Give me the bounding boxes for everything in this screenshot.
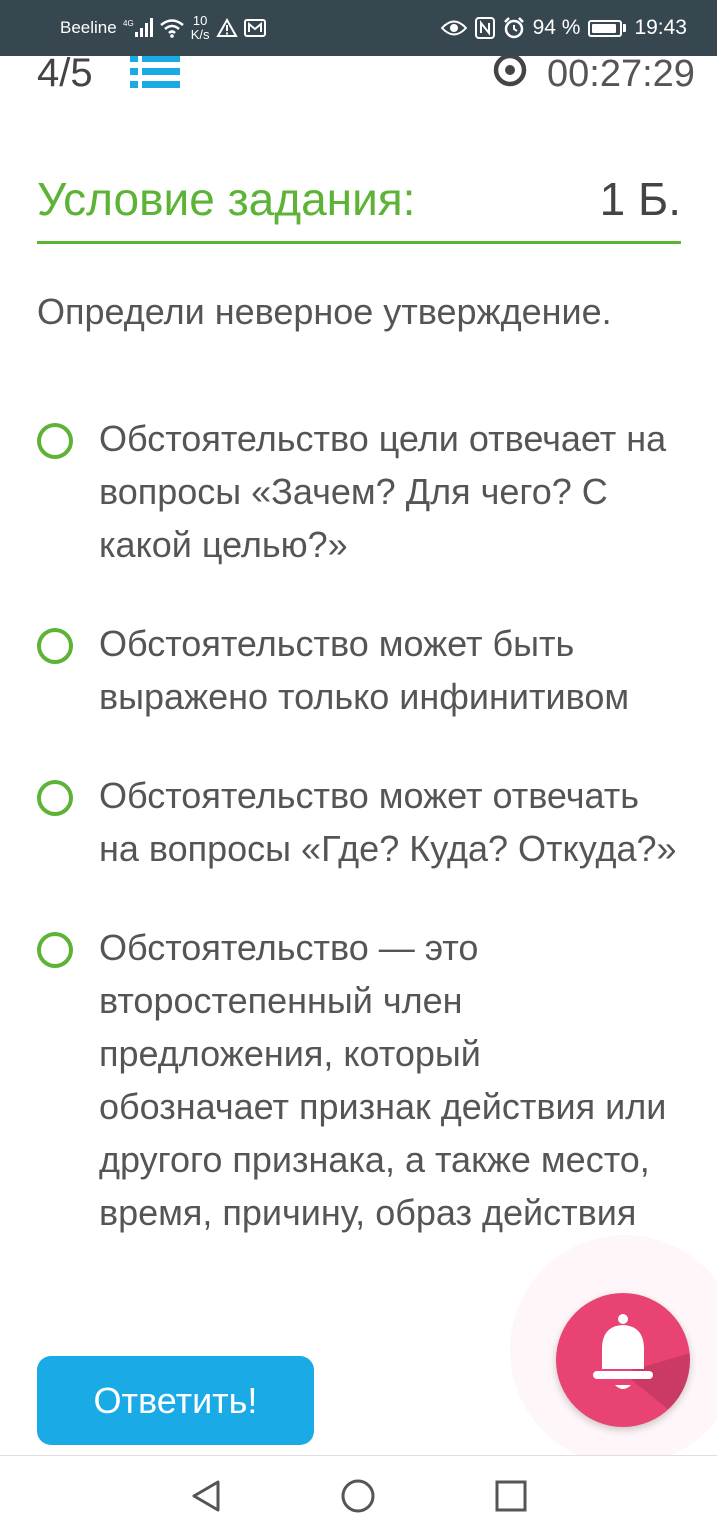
question-list-icon[interactable] [130, 56, 182, 97]
answer-option-text[interactable]: Обстоятельство может отвечать на вопросы… [99, 769, 679, 875]
network-badge: 4G [123, 19, 134, 28]
net-speed-unit: K/s [190, 27, 210, 42]
mail-icon [243, 18, 266, 38]
answer-option-text[interactable]: Обстоятельство может быть выражено тольк… [99, 617, 679, 723]
network-speed: 10 K/s [191, 14, 210, 42]
answer-option-text[interactable]: Обстоятельство — это второстепенный член… [99, 921, 679, 1239]
answer-option[interactable]: Обстоятельство может быть выражено тольк… [37, 617, 687, 723]
warning-icon [215, 18, 238, 38]
task-points: 1 Б. [599, 173, 681, 225]
notification-button[interactable] [556, 1293, 690, 1427]
task-heading: Условие задания: 1 Б. [37, 168, 681, 244]
timer-icon [490, 56, 530, 95]
recents-icon[interactable] [493, 1478, 529, 1519]
radio-button[interactable] [37, 628, 73, 664]
answer-button[interactable]: Ответить! [37, 1356, 314, 1445]
clock: 19:43 [634, 16, 687, 39]
status-bar-left: Beeline 4G 10 K/s [60, 0, 266, 56]
task-title: Условие задания: [37, 173, 416, 225]
answer-option-text[interactable]: Обстоятельство цели отвечает на вопросы … [99, 412, 679, 571]
status-bar-right: 94 % 19:43 [440, 0, 687, 56]
question-text: Определи неверное утверждение. [37, 291, 612, 332]
status-bar: Beeline 4G 10 K/s 94 % 19:43 [0, 0, 717, 56]
carrier-name: Beeline [60, 18, 117, 37]
signal-icon: 4G [123, 17, 153, 39]
timer: 00:27:29 [547, 56, 695, 95]
back-icon[interactable] [188, 1478, 224, 1519]
nfc-icon [474, 17, 495, 39]
question-progress: 4/5 [37, 56, 93, 95]
answer-option[interactable]: Обстоятельство — это второстепенный член… [37, 921, 687, 1239]
answer-option[interactable]: Обстоятельство может отвечать на вопросы… [37, 769, 687, 875]
radio-button[interactable] [37, 423, 73, 459]
radio-button[interactable] [37, 780, 73, 816]
radio-button[interactable] [37, 932, 73, 968]
home-icon[interactable] [340, 1478, 376, 1519]
answer-options: Обстоятельство цели отвечает на вопросы … [37, 412, 687, 1285]
battery-percent: 94 % [532, 16, 581, 39]
bell-icon [593, 1314, 690, 1427]
alarm-icon [503, 17, 525, 39]
system-nav-bar [0, 1455, 717, 1537]
answer-option[interactable]: Обстоятельство цели отвечает на вопросы … [37, 412, 687, 571]
test-header: 4/5 00:27:29 [0, 56, 717, 106]
battery-icon [588, 19, 627, 37]
wifi-icon [159, 17, 185, 39]
net-speed-value: 10 [192, 13, 208, 28]
eye-icon [440, 19, 467, 37]
